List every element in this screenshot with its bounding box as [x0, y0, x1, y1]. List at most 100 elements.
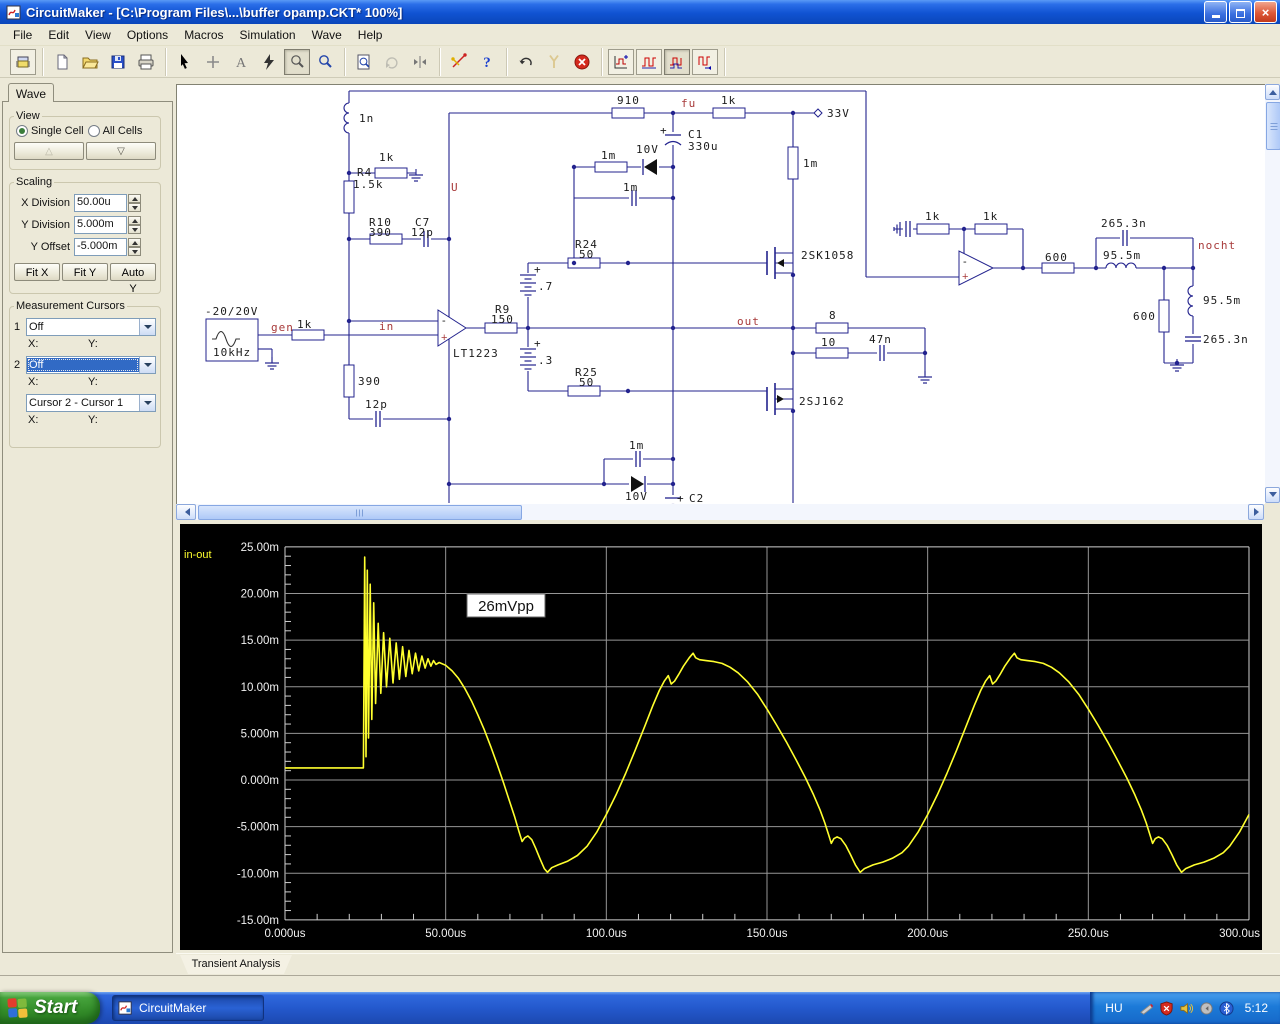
- zoom-in-button[interactable]: [312, 49, 338, 75]
- schematic-label: 1m: [803, 157, 818, 170]
- find-doc-button[interactable]: [351, 49, 377, 75]
- scaling-group: Scaling X Division 50.00u Y Division 5.0…: [9, 176, 161, 295]
- y-division-input[interactable]: 5.000m: [74, 216, 127, 234]
- select-arrow-button[interactable]: [172, 49, 198, 75]
- schematic-canvas[interactable]: - + - +1n 1k R4 1.5k R10 390 C7 12p U 910 fu 1k 33V C1 33…: [176, 84, 1265, 504]
- y-tick-label: 5.000m: [241, 728, 279, 740]
- schematic-label: 1n: [359, 112, 374, 125]
- taskbar-item-circuitmaker[interactable]: CircuitMaker: [112, 995, 264, 1021]
- undo-button[interactable]: [513, 49, 539, 75]
- tab-wave[interactable]: Wave: [8, 83, 54, 102]
- scroll-up-button[interactable]: [1265, 84, 1280, 100]
- print-button[interactable]: [133, 49, 159, 75]
- add-plus-icon: [207, 55, 219, 68]
- schematic-vertical-scrollbar[interactable]: [1265, 84, 1280, 503]
- scroll-right-button[interactable]: [1248, 504, 1264, 520]
- fit-y-button[interactable]: Fit Y: [62, 263, 108, 281]
- wrench-tool-button[interactable]: [541, 49, 567, 75]
- wave-display-d-button[interactable]: [692, 48, 718, 75]
- mute-speaker-icon[interactable]: [1199, 1000, 1215, 1016]
- scroll-down-button[interactable]: [1265, 487, 1280, 503]
- text-tool-button[interactable]: A: [228, 49, 254, 75]
- cursor1-index: 1: [14, 321, 21, 333]
- probe-lightning-icon: [264, 53, 274, 70]
- tablet-pen-icon[interactable]: [1139, 1000, 1155, 1016]
- menu-item-options[interactable]: Options: [119, 25, 176, 45]
- next-cell-button[interactable]: ▽: [86, 142, 156, 160]
- rotate-tool-button[interactable]: [379, 49, 405, 75]
- y-offset-input[interactable]: -5.000m: [74, 238, 127, 256]
- radio-single-cell-dot[interactable]: [16, 125, 28, 137]
- chevron-down-icon[interactable]: [139, 357, 155, 373]
- schematic-label: 95.5m: [1103, 249, 1141, 262]
- schematic-label: 1m: [601, 149, 616, 162]
- schematic-label: LT1223: [453, 347, 499, 360]
- scroll-left-button[interactable]: [176, 504, 196, 520]
- schematic-label: 390: [358, 375, 381, 388]
- auto-y-button[interactable]: Auto Y: [110, 263, 156, 295]
- zoom-tool-button[interactable]: [284, 48, 310, 75]
- probe-lightning-button[interactable]: [256, 49, 282, 75]
- security-shield-icon[interactable]: [1159, 1000, 1175, 1016]
- menu-item-view[interactable]: View: [77, 25, 119, 45]
- x-division-spinner[interactable]: [128, 194, 141, 212]
- bluetooth-icon[interactable]: [1219, 1000, 1235, 1016]
- junction-dot: [670, 325, 676, 331]
- wave-display-c-button[interactable]: [664, 48, 690, 75]
- x-tick-label: 50.00us: [425, 928, 466, 940]
- wire-tool-button[interactable]: [446, 49, 472, 75]
- menu-item-edit[interactable]: Edit: [40, 25, 77, 45]
- vertical-scroll-thumb[interactable]: [1266, 102, 1280, 150]
- tab-transient-analysis-label: Transient Analysis: [191, 958, 281, 970]
- save-file-button[interactable]: [105, 49, 131, 75]
- cursor1-select[interactable]: Off: [26, 318, 156, 336]
- schematic-label: 910: [617, 94, 640, 107]
- open-folder-button[interactable]: [77, 49, 103, 75]
- menu-item-simulation[interactable]: Simulation: [232, 25, 304, 45]
- menu-item-help[interactable]: Help: [350, 25, 391, 45]
- chevron-down-icon[interactable]: [139, 395, 155, 411]
- y-tick-label: 10.00m: [241, 682, 279, 694]
- cursor2-index: 2: [14, 359, 21, 371]
- restore-button[interactable]: [1229, 1, 1252, 23]
- menu-item-wave[interactable]: Wave: [304, 25, 350, 45]
- prev-cell-button[interactable]: △: [14, 142, 84, 160]
- volume-icon[interactable]: [1179, 1000, 1195, 1016]
- radio-all-cells[interactable]: All Cells: [87, 125, 142, 137]
- add-plus-button[interactable]: [200, 49, 226, 75]
- fit-x-button[interactable]: Fit X: [14, 263, 60, 281]
- junction-dot: [670, 456, 676, 462]
- language-indicator[interactable]: HU: [1105, 1001, 1122, 1015]
- minimize-button[interactable]: [1204, 1, 1227, 23]
- start-button[interactable]: Start: [0, 992, 100, 1024]
- close-button[interactable]: ×: [1254, 1, 1277, 23]
- x-division-input[interactable]: 50.00u: [74, 194, 127, 212]
- print-icon: [138, 54, 154, 69]
- schematic-label: 600: [1045, 251, 1068, 264]
- split-view-button[interactable]: [407, 49, 433, 75]
- stop-simulation-button[interactable]: [569, 49, 595, 75]
- cursor2-select[interactable]: Off: [26, 356, 156, 374]
- radio-single-cell[interactable]: Single Cell: [16, 125, 84, 137]
- schematic-label: 50: [579, 248, 594, 261]
- junction-dot: [601, 481, 607, 487]
- y-offset-spinner[interactable]: [128, 238, 141, 256]
- wave-display-b-button[interactable]: [636, 48, 662, 75]
- help-button[interactable]: ?: [474, 49, 500, 75]
- chevron-down-icon[interactable]: [139, 319, 155, 335]
- tab-transient-analysis[interactable]: Transient Analysis: [180, 955, 292, 974]
- circuitmaker-window: CircuitMaker - [C:\Program Files\...\buf…: [0, 0, 1280, 1024]
- wave-display-a-button[interactable]: [608, 48, 634, 75]
- menu-item-file[interactable]: File: [5, 25, 40, 45]
- svg-text:-: -: [963, 256, 967, 268]
- schematic-horizontal-scrollbar[interactable]: [176, 504, 1264, 520]
- y-division-spinner[interactable]: [128, 216, 141, 234]
- menu-item-macros[interactable]: Macros: [176, 25, 231, 45]
- new-file-button[interactable]: [49, 49, 75, 75]
- schematic-net-label: gen: [271, 321, 294, 334]
- radio-all-cells-dot[interactable]: [87, 125, 100, 137]
- schematic-label: .3: [538, 354, 553, 367]
- cursor-diff-select[interactable]: Cursor 2 - Cursor 1: [26, 394, 156, 412]
- horizontal-scroll-thumb[interactable]: [198, 505, 522, 520]
- part-browser-button[interactable]: [10, 48, 36, 75]
